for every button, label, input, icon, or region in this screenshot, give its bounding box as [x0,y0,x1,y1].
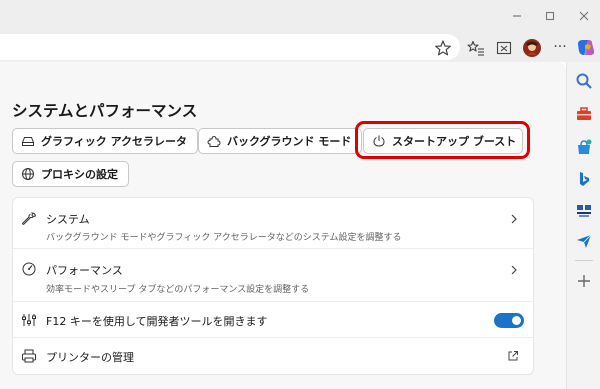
minimize-icon[interactable] [509,8,525,24]
settings-item-description: バックグラウンド モードやグラフィック アクセラレータなどのシステム設定を調整す… [46,233,402,243]
address-bar[interactable] [0,34,460,60]
send-icon[interactable] [575,232,593,250]
toolbox-icon[interactable] [575,105,593,123]
bing-icon[interactable] [575,170,593,188]
quick-link-label: プロキシの設定 [41,168,118,181]
chevron-right-icon [509,265,519,275]
favorites-list-icon[interactable] [466,38,486,58]
quick-link-label: バックグラウンド モード [227,135,352,148]
settings-item-description: 効率モードやスリープ タブなどのパフォーマンス設定を調整する [46,285,310,295]
settings-item-devtools-f12: F12 キーを使用して開発者ツールを開きます [13,302,533,337]
sidebar-rail [566,62,600,389]
maximize-icon[interactable] [542,8,558,24]
toggle-knob [512,316,521,325]
search-icon[interactable] [575,72,593,90]
rail-divider [575,260,593,261]
chevron-right-icon [509,214,519,224]
globe-icon [21,167,35,181]
devtools-toggle[interactable] [494,313,524,328]
wrench-icon [21,211,37,227]
settings-item-performance[interactable]: パフォーマンス 効率モードやスリープ タブなどのパフォーマンス設定を調整する [13,249,533,301]
settings-item-title: システム [46,213,90,226]
screenshot-icon[interactable] [494,38,514,58]
quick-link-background-mode[interactable]: バックグラウンド モード [198,128,363,154]
settings-card: システム バックグラウンド モードやグラフィック アクセラレータなどのシステム設… [12,197,534,375]
settings-item-title: プリンターの管理 [46,351,134,364]
quick-link-graphics-accelerator[interactable]: グラフィック アクセラレータ [12,128,199,154]
settings-item-printers[interactable]: プリンターの管理 [13,338,533,374]
copilot-icon[interactable] [576,38,596,58]
translate-app-icon[interactable] [575,202,593,220]
quick-link-label: グラフィック アクセラレータ [41,135,188,148]
puzzle-icon [207,134,221,148]
settings-item-title: パフォーマンス [46,264,123,277]
settings-item-title: F12 キーを使用して開発者ツールを開きます [46,315,268,328]
gauge-icon [21,261,37,277]
printer-icon [21,348,37,364]
drive-icon [21,134,35,148]
settings-item-system[interactable]: システム バックグラウンド モードやグラフィック アクセラレータなどのシステム設… [13,198,533,248]
highlight-outline [355,121,530,159]
quick-link-proxy-settings[interactable]: プロキシの設定 [12,161,129,187]
shopping-icon[interactable] [575,138,593,156]
close-icon[interactable] [576,8,592,24]
profile-avatar-icon[interactable] [522,38,542,58]
more-options-icon[interactable]: ··· [550,38,570,58]
title-bar [0,0,600,32]
external-link-icon [507,350,519,362]
favorite-star-icon[interactable] [433,38,453,58]
devtools-icon [21,312,37,328]
page-title: システムとパフォーマンス [12,102,198,120]
add-icon[interactable] [575,272,593,290]
